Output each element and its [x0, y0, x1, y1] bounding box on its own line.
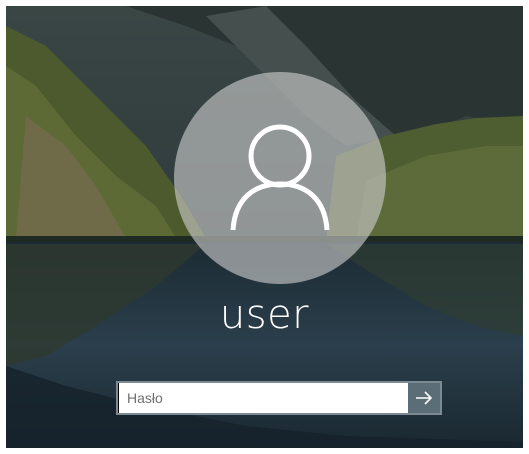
password-box: [116, 381, 442, 415]
arrow-right-icon: [416, 391, 433, 405]
password-input[interactable]: [118, 383, 408, 413]
submit-button[interactable]: [408, 383, 440, 413]
lock-screen: user: [6, 6, 523, 448]
username-label: user: [219, 292, 310, 338]
user-silhouette-icon: [230, 124, 330, 231]
user-avatar: [174, 72, 386, 284]
